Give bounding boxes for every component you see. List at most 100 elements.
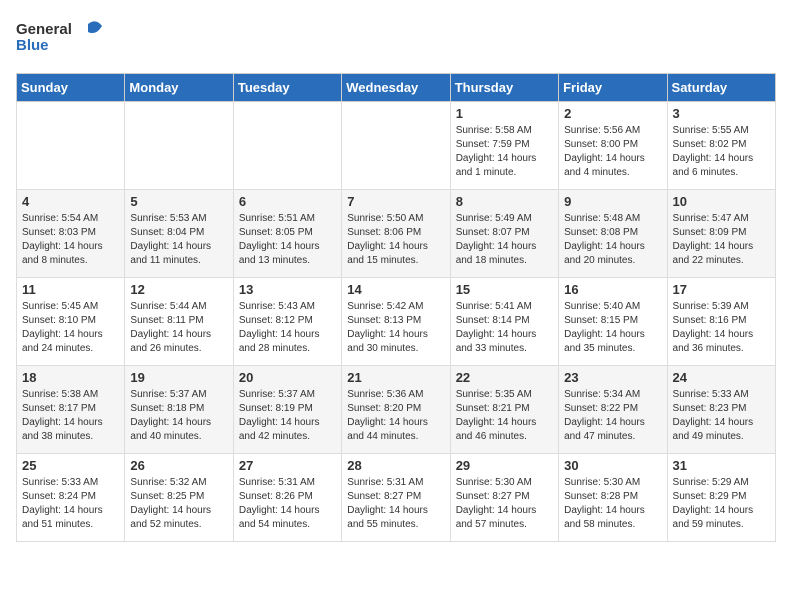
- day-info: Sunrise: 5:34 AMSunset: 8:22 PMDaylight:…: [564, 388, 661, 444]
- weekday-header-monday: Monday: [125, 74, 233, 102]
- calendar-cell: [17, 102, 125, 190]
- week-row-3: 11 Sunrise: 5:45 AMSunset: 8:10 PMDaylig…: [17, 278, 776, 366]
- day-info: Sunrise: 5:31 AMSunset: 8:27 PMDaylight:…: [347, 476, 444, 532]
- day-number: 13: [239, 282, 336, 297]
- weekday-header-thursday: Thursday: [450, 74, 558, 102]
- day-info: Sunrise: 5:37 AMSunset: 8:19 PMDaylight:…: [239, 388, 336, 444]
- day-info: Sunrise: 5:43 AMSunset: 8:12 PMDaylight:…: [239, 300, 336, 356]
- calendar-table: SundayMondayTuesdayWednesdayThursdayFrid…: [16, 73, 776, 542]
- calendar-cell: 11 Sunrise: 5:45 AMSunset: 8:10 PMDaylig…: [17, 278, 125, 366]
- day-info: Sunrise: 5:33 AMSunset: 8:24 PMDaylight:…: [22, 476, 119, 532]
- day-info: Sunrise: 5:50 AMSunset: 8:06 PMDaylight:…: [347, 212, 444, 268]
- day-number: 30: [564, 458, 661, 473]
- weekday-header-friday: Friday: [559, 74, 667, 102]
- svg-text:Blue: Blue: [16, 37, 49, 54]
- calendar-cell: 22 Sunrise: 5:35 AMSunset: 8:21 PMDaylig…: [450, 366, 558, 454]
- day-number: 14: [347, 282, 444, 297]
- calendar-cell: 26 Sunrise: 5:32 AMSunset: 8:25 PMDaylig…: [125, 454, 233, 542]
- calendar-cell: 2 Sunrise: 5:56 AMSunset: 8:00 PMDayligh…: [559, 102, 667, 190]
- day-info: Sunrise: 5:38 AMSunset: 8:17 PMDaylight:…: [22, 388, 119, 444]
- day-number: 11: [22, 282, 119, 297]
- day-number: 20: [239, 370, 336, 385]
- day-info: Sunrise: 5:33 AMSunset: 8:23 PMDaylight:…: [673, 388, 770, 444]
- calendar-cell: 7 Sunrise: 5:50 AMSunset: 8:06 PMDayligh…: [342, 190, 450, 278]
- week-row-1: 1 Sunrise: 5:58 AMSunset: 7:59 PMDayligh…: [17, 102, 776, 190]
- day-info: Sunrise: 5:42 AMSunset: 8:13 PMDaylight:…: [347, 300, 444, 356]
- day-number: 27: [239, 458, 336, 473]
- calendar-cell: 30 Sunrise: 5:30 AMSunset: 8:28 PMDaylig…: [559, 454, 667, 542]
- day-info: Sunrise: 5:48 AMSunset: 8:08 PMDaylight:…: [564, 212, 661, 268]
- calendar-cell: [125, 102, 233, 190]
- day-info: Sunrise: 5:41 AMSunset: 8:14 PMDaylight:…: [456, 300, 553, 356]
- day-number: 16: [564, 282, 661, 297]
- day-info: Sunrise: 5:32 AMSunset: 8:25 PMDaylight:…: [130, 476, 227, 532]
- day-number: 17: [673, 282, 770, 297]
- day-info: Sunrise: 5:37 AMSunset: 8:18 PMDaylight:…: [130, 388, 227, 444]
- calendar-cell: 16 Sunrise: 5:40 AMSunset: 8:15 PMDaylig…: [559, 278, 667, 366]
- calendar-cell: 17 Sunrise: 5:39 AMSunset: 8:16 PMDaylig…: [667, 278, 775, 366]
- week-row-2: 4 Sunrise: 5:54 AMSunset: 8:03 PMDayligh…: [17, 190, 776, 278]
- svg-text:General: General: [16, 21, 72, 38]
- day-number: 6: [239, 194, 336, 209]
- day-info: Sunrise: 5:54 AMSunset: 8:03 PMDaylight:…: [22, 212, 119, 268]
- day-info: Sunrise: 5:30 AMSunset: 8:27 PMDaylight:…: [456, 476, 553, 532]
- day-number: 26: [130, 458, 227, 473]
- page-header: General Blue: [16, 16, 776, 61]
- day-number: 3: [673, 106, 770, 121]
- day-number: 19: [130, 370, 227, 385]
- day-number: 12: [130, 282, 227, 297]
- calendar-cell: 27 Sunrise: 5:31 AMSunset: 8:26 PMDaylig…: [233, 454, 341, 542]
- calendar-cell: 29 Sunrise: 5:30 AMSunset: 8:27 PMDaylig…: [450, 454, 558, 542]
- day-number: 5: [130, 194, 227, 209]
- day-number: 25: [22, 458, 119, 473]
- day-number: 18: [22, 370, 119, 385]
- logo-svg: General Blue: [16, 16, 106, 61]
- week-row-4: 18 Sunrise: 5:38 AMSunset: 8:17 PMDaylig…: [17, 366, 776, 454]
- day-info: Sunrise: 5:39 AMSunset: 8:16 PMDaylight:…: [673, 300, 770, 356]
- calendar-cell: 1 Sunrise: 5:58 AMSunset: 7:59 PMDayligh…: [450, 102, 558, 190]
- calendar-cell: 6 Sunrise: 5:51 AMSunset: 8:05 PMDayligh…: [233, 190, 341, 278]
- calendar-cell: 10 Sunrise: 5:47 AMSunset: 8:09 PMDaylig…: [667, 190, 775, 278]
- day-number: 8: [456, 194, 553, 209]
- day-info: Sunrise: 5:31 AMSunset: 8:26 PMDaylight:…: [239, 476, 336, 532]
- day-number: 31: [673, 458, 770, 473]
- day-number: 2: [564, 106, 661, 121]
- calendar-cell: 31 Sunrise: 5:29 AMSunset: 8:29 PMDaylig…: [667, 454, 775, 542]
- calendar-cell: 24 Sunrise: 5:33 AMSunset: 8:23 PMDaylig…: [667, 366, 775, 454]
- calendar-cell: 5 Sunrise: 5:53 AMSunset: 8:04 PMDayligh…: [125, 190, 233, 278]
- day-number: 15: [456, 282, 553, 297]
- weekday-header-saturday: Saturday: [667, 74, 775, 102]
- calendar-cell: [342, 102, 450, 190]
- calendar-cell: [233, 102, 341, 190]
- day-info: Sunrise: 5:58 AMSunset: 7:59 PMDaylight:…: [456, 124, 553, 180]
- day-info: Sunrise: 5:40 AMSunset: 8:15 PMDaylight:…: [564, 300, 661, 356]
- day-number: 22: [456, 370, 553, 385]
- calendar-cell: 21 Sunrise: 5:36 AMSunset: 8:20 PMDaylig…: [342, 366, 450, 454]
- weekday-header-sunday: Sunday: [17, 74, 125, 102]
- calendar-cell: 12 Sunrise: 5:44 AMSunset: 8:11 PMDaylig…: [125, 278, 233, 366]
- weekday-header-tuesday: Tuesday: [233, 74, 341, 102]
- day-info: Sunrise: 5:29 AMSunset: 8:29 PMDaylight:…: [673, 476, 770, 532]
- day-info: Sunrise: 5:35 AMSunset: 8:21 PMDaylight:…: [456, 388, 553, 444]
- day-number: 9: [564, 194, 661, 209]
- calendar-cell: 20 Sunrise: 5:37 AMSunset: 8:19 PMDaylig…: [233, 366, 341, 454]
- day-info: Sunrise: 5:45 AMSunset: 8:10 PMDaylight:…: [22, 300, 119, 356]
- day-number: 1: [456, 106, 553, 121]
- calendar-cell: 3 Sunrise: 5:55 AMSunset: 8:02 PMDayligh…: [667, 102, 775, 190]
- day-number: 29: [456, 458, 553, 473]
- day-info: Sunrise: 5:53 AMSunset: 8:04 PMDaylight:…: [130, 212, 227, 268]
- day-number: 23: [564, 370, 661, 385]
- calendar-cell: 19 Sunrise: 5:37 AMSunset: 8:18 PMDaylig…: [125, 366, 233, 454]
- day-info: Sunrise: 5:49 AMSunset: 8:07 PMDaylight:…: [456, 212, 553, 268]
- day-info: Sunrise: 5:30 AMSunset: 8:28 PMDaylight:…: [564, 476, 661, 532]
- day-info: Sunrise: 5:51 AMSunset: 8:05 PMDaylight:…: [239, 212, 336, 268]
- calendar-cell: 14 Sunrise: 5:42 AMSunset: 8:13 PMDaylig…: [342, 278, 450, 366]
- calendar-cell: 18 Sunrise: 5:38 AMSunset: 8:17 PMDaylig…: [17, 366, 125, 454]
- weekday-header-row: SundayMondayTuesdayWednesdayThursdayFrid…: [17, 74, 776, 102]
- day-info: Sunrise: 5:56 AMSunset: 8:00 PMDaylight:…: [564, 124, 661, 180]
- day-info: Sunrise: 5:44 AMSunset: 8:11 PMDaylight:…: [130, 300, 227, 356]
- day-number: 10: [673, 194, 770, 209]
- calendar-cell: 23 Sunrise: 5:34 AMSunset: 8:22 PMDaylig…: [559, 366, 667, 454]
- calendar-cell: 13 Sunrise: 5:43 AMSunset: 8:12 PMDaylig…: [233, 278, 341, 366]
- calendar-cell: 8 Sunrise: 5:49 AMSunset: 8:07 PMDayligh…: [450, 190, 558, 278]
